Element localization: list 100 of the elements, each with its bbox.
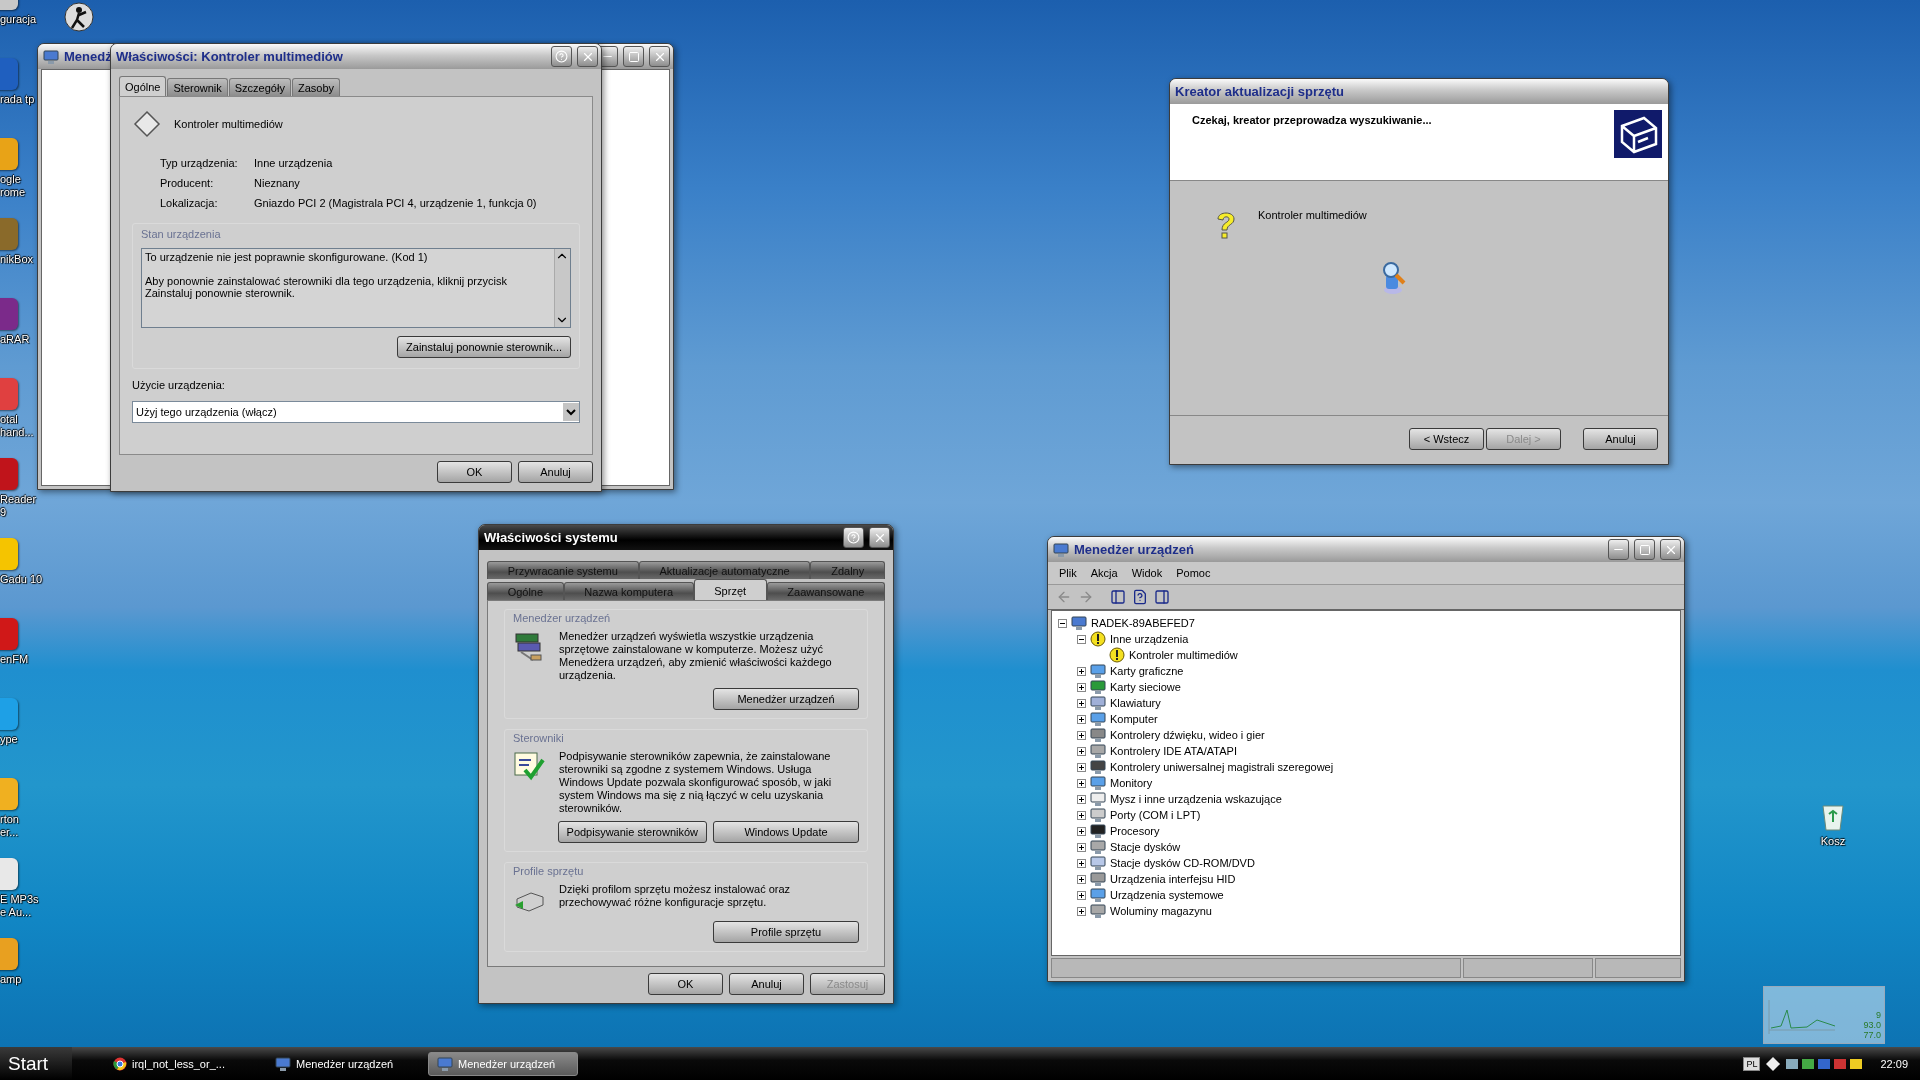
- section-button[interactable]: Windows Update: [713, 821, 859, 843]
- tree-item[interactable]: Urządzenia interfejsu HID: [1110, 873, 1236, 885]
- menu-item[interactable]: Pomoc: [1169, 565, 1218, 581]
- maximize-button[interactable]: [623, 46, 644, 67]
- expand-toggle[interactable]: [1077, 794, 1086, 804]
- group-title: Sterowniki: [513, 732, 565, 744]
- expand-toggle[interactable]: [1077, 826, 1086, 836]
- tree-item[interactable]: Stacje dysków: [1110, 841, 1181, 853]
- gadget-reading: 9: [1876, 1010, 1881, 1020]
- window-title: Właściwości systemu: [484, 530, 618, 545]
- help-icon: [555, 50, 568, 63]
- expand-toggle[interactable]: [1077, 746, 1086, 756]
- expand-toggle[interactable]: [1077, 666, 1086, 676]
- taskbar-item[interactable]: irql_not_less_or_...: [104, 1051, 254, 1076]
- tree-item[interactable]: Karty graficzne: [1110, 665, 1184, 677]
- tab[interactable]: Szczegóły: [228, 78, 291, 96]
- tree-item[interactable]: Porty (COM i LPT): [1110, 809, 1201, 821]
- tree-item[interactable]: Stacje dysków CD-ROM/DVD: [1110, 857, 1255, 869]
- close-button[interactable]: [1660, 539, 1681, 560]
- tree-item[interactable]: Inne urządzenia: [1110, 633, 1189, 645]
- language-indicator[interactable]: PL: [1743, 1056, 1761, 1071]
- scrollbar[interactable]: [554, 249, 570, 327]
- taskbar-item[interactable]: Menedżer urządzeń: [266, 1051, 416, 1076]
- collapse-toggle[interactable]: [1077, 634, 1086, 644]
- tab[interactable]: Sterownik: [167, 78, 228, 96]
- game-icon[interactable]: [64, 2, 94, 32]
- taskbar-item[interactable]: Menedżer urządzeń: [428, 1051, 578, 1076]
- computer-icon: [437, 1055, 453, 1072]
- clock: 22:09: [1880, 1057, 1908, 1070]
- section-button[interactable]: Menedżer urządzeń: [713, 688, 859, 710]
- tree-item[interactable]: Procesory: [1110, 825, 1160, 837]
- expand-toggle[interactable]: [1077, 714, 1086, 724]
- panel-left-icon[interactable]: [1110, 589, 1126, 605]
- panel-right-icon[interactable]: [1154, 589, 1170, 605]
- device-icon: [1090, 807, 1106, 823]
- dialog-button[interactable]: OK: [648, 973, 723, 995]
- section-description: Podpisywanie sterowników zapewnia, że zainstalowane sterowniki są zgodne z systemem Windows. Usługa Windows Update pozwala skonfigurować sposób, w jaki system Windows ma się z nią łączyć w celu uzyskania sterowników.: [559, 750, 833, 815]
- close-button[interactable]: [869, 527, 890, 548]
- desktop-icon-label[interactable]: rada tp: [0, 93, 35, 106]
- menu-item[interactable]: Plik: [1052, 565, 1084, 581]
- gadget-reading: 77.0: [1863, 1030, 1881, 1040]
- desktop-icon-label[interactable]: guracja: [0, 13, 37, 26]
- menu-item[interactable]: Widok: [1124, 565, 1170, 581]
- tree-item[interactable]: Monitory: [1110, 777, 1153, 789]
- device-icon: [1090, 743, 1106, 759]
- tree-item[interactable]: Karty sieciowe: [1110, 681, 1181, 693]
- expand-toggle[interactable]: [1077, 874, 1086, 884]
- close-button[interactable]: [649, 46, 670, 67]
- section-button[interactable]: Podpisywanie sterowników: [557, 821, 707, 843]
- computer-icon: [43, 48, 59, 65]
- menu-item[interactable]: Akcja: [1083, 565, 1125, 581]
- tree-item[interactable]: Kontrolery dźwięku, wideo i gier: [1110, 729, 1265, 741]
- device-icon: [1090, 839, 1106, 855]
- tab[interactable]: Ogólne: [119, 76, 167, 97]
- tree-item[interactable]: Woluminy magazynu: [1110, 905, 1212, 917]
- tree-item[interactable]: Kontroler multimediów: [1129, 649, 1238, 661]
- desktop-icon-label[interactable]: ogle rome: [0, 173, 26, 199]
- tab[interactable]: Zasoby: [291, 78, 340, 96]
- desktop-icon-label[interactable]: E MP3s e Au...: [0, 893, 39, 919]
- dialog-button[interactable]: Anuluj: [518, 461, 593, 483]
- expand-toggle[interactable]: [1077, 778, 1086, 788]
- warning-icon: [1090, 631, 1106, 647]
- maximize-icon: [1638, 543, 1651, 556]
- dialog-button[interactable]: OK: [437, 461, 512, 483]
- properties-icon[interactable]: [1132, 589, 1148, 605]
- tree-item[interactable]: Mysz i inne urządzenia wskazujące: [1110, 793, 1282, 805]
- expand-toggle[interactable]: [1077, 730, 1086, 740]
- desktop-icon-label[interactable]: amp: [0, 973, 22, 986]
- tree-item[interactable]: Klawiatury: [1110, 697, 1161, 709]
- expand-toggle[interactable]: [1077, 682, 1086, 692]
- expand-toggle[interactable]: [1077, 906, 1086, 916]
- start-button[interactable]: Start: [0, 1047, 72, 1080]
- collapse-toggle[interactable]: [1058, 618, 1067, 628]
- expand-toggle[interactable]: [1077, 762, 1086, 772]
- help-button[interactable]: [551, 46, 572, 67]
- close-button[interactable]: [577, 46, 598, 67]
- maximize-button[interactable]: [1634, 539, 1655, 560]
- expand-toggle[interactable]: [1077, 842, 1086, 852]
- dialog-button[interactable]: Anuluj: [729, 973, 804, 995]
- tree-item[interactable]: Kontrolery uniwersalnej magistrali szeregowej: [1110, 761, 1334, 773]
- tree-item[interactable]: Urządzenia systemowe: [1110, 889, 1224, 901]
- tree-item[interactable]: Kontrolery IDE ATA/ATAPI: [1110, 745, 1237, 757]
- tree-item[interactable]: Komputer: [1110, 713, 1158, 725]
- device-usage-select[interactable]: Użyj tego urządzenia (włącz): [132, 401, 580, 423]
- section-button[interactable]: Profile sprzętu: [713, 921, 859, 943]
- tab[interactable]: Sprzęt: [693, 579, 767, 601]
- field-label: Typ urządzenia:: [160, 157, 239, 169]
- device-icon: [1090, 727, 1106, 743]
- help-button[interactable]: [843, 527, 864, 548]
- field-value: Nieznany: [254, 177, 301, 189]
- expand-toggle[interactable]: [1077, 858, 1086, 868]
- reinstall-driver-button[interactable]: Zainstaluj ponownie sterownik...: [397, 336, 571, 358]
- tree-item[interactable]: RADEK-89ABEFED7: [1091, 617, 1195, 629]
- expand-toggle[interactable]: [1077, 890, 1086, 900]
- minimize-button[interactable]: [1608, 539, 1629, 560]
- expand-toggle[interactable]: [1077, 698, 1086, 708]
- wizard-button[interactable]: < Wstecz: [1409, 428, 1484, 450]
- wizard-button[interactable]: Anuluj: [1583, 428, 1658, 450]
- expand-toggle[interactable]: [1077, 810, 1086, 820]
- device-icon: [1090, 695, 1106, 711]
